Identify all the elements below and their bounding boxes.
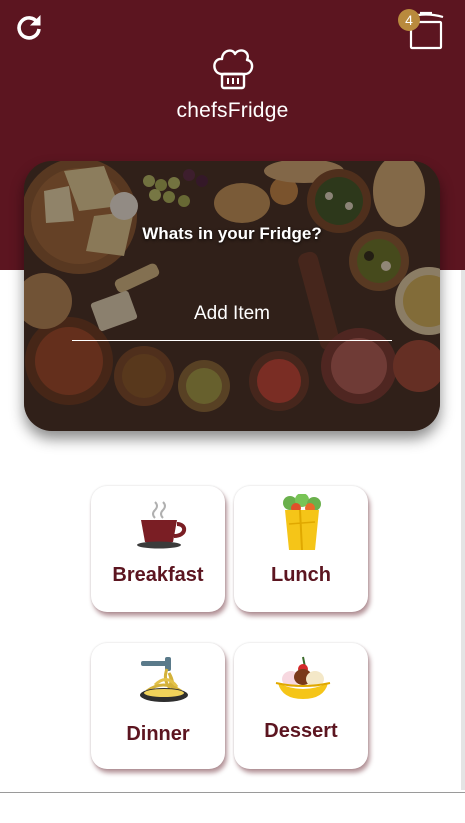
bottom-bar xyxy=(0,792,465,823)
banana-split-icon xyxy=(275,656,331,699)
dessert-category-button[interactable]: Dessert xyxy=(234,643,368,769)
add-item-input[interactable] xyxy=(72,287,392,341)
dessert-label: Dessert xyxy=(264,720,338,742)
refresh-icon xyxy=(17,15,41,40)
breakfast-label: Breakfast xyxy=(112,564,204,586)
lunch-label: Lunch xyxy=(271,564,331,586)
scrollbar[interactable] xyxy=(461,270,465,790)
dinner-label: Dinner xyxy=(126,723,190,745)
spaghetti-icon xyxy=(140,657,188,702)
lunch-category-button[interactable]: Lunch xyxy=(234,486,368,612)
wrap-icon xyxy=(283,494,321,551)
pot-count-badge: 4 xyxy=(398,9,420,31)
breakfast-category-button[interactable]: Breakfast xyxy=(91,486,225,612)
coffee-cup-icon xyxy=(137,501,187,549)
chef-hat-icon xyxy=(213,49,254,90)
fridge-card: Whats in your Fridge? xyxy=(24,161,440,431)
cooking-pot-button[interactable]: 4 xyxy=(398,8,448,50)
refresh-button[interactable] xyxy=(10,8,48,46)
app-title: chefsFridge xyxy=(176,99,289,122)
dinner-category-button[interactable]: Dinner xyxy=(91,643,225,769)
fridge-title: Whats in your Fridge? xyxy=(142,224,322,243)
